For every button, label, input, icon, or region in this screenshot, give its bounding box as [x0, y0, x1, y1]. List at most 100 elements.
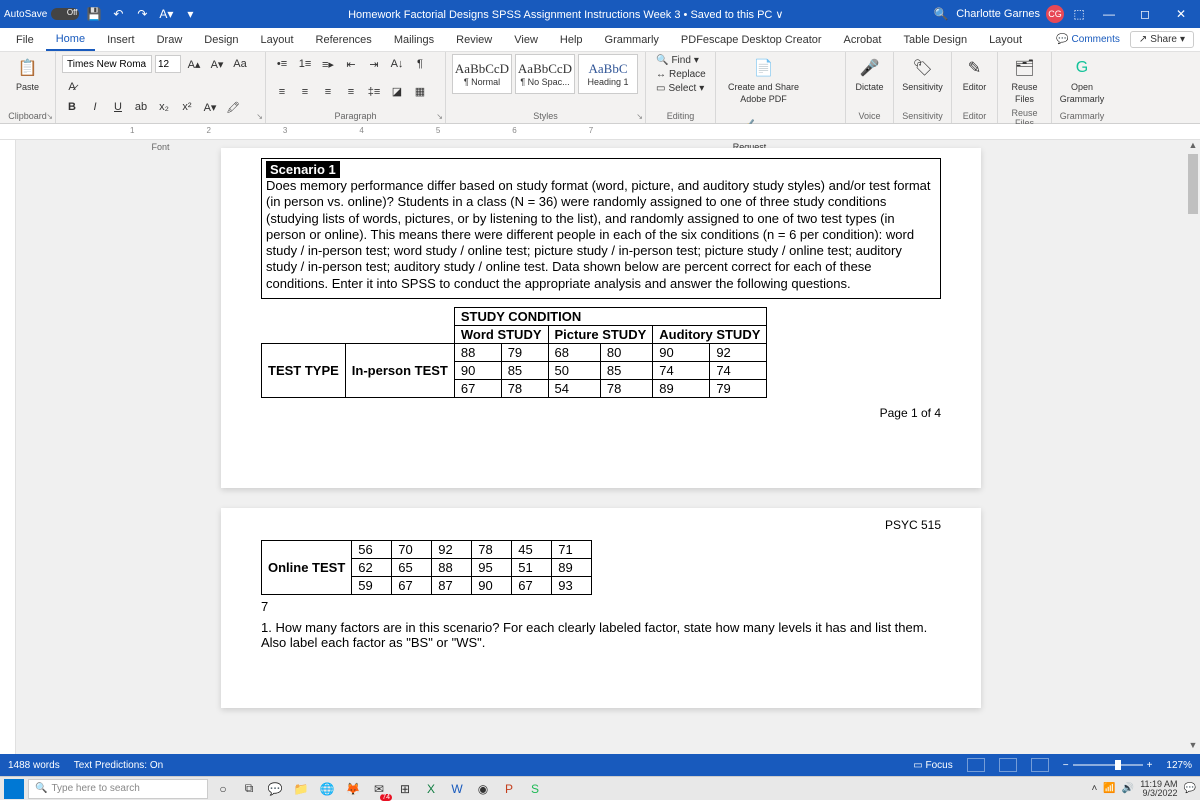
cortana-icon[interactable]: ○	[212, 779, 234, 799]
scroll-down-icon[interactable]: ▼	[1186, 740, 1200, 754]
tab-view[interactable]: View	[504, 30, 548, 50]
borders-icon[interactable]: ▦	[410, 82, 430, 102]
word-count[interactable]: 1488 words	[8, 760, 60, 771]
align-left-icon[interactable]: ≡	[272, 82, 292, 102]
numbering-icon[interactable]: 1≡	[295, 54, 315, 74]
task-view-icon[interactable]: ⧉	[238, 779, 260, 799]
tab-help[interactable]: Help	[550, 30, 593, 50]
text-effects-icon[interactable]: A▾	[200, 97, 220, 117]
redo-icon[interactable]: ↷	[133, 5, 151, 23]
align-center-icon[interactable]: ≡	[295, 82, 315, 102]
maximize-button[interactable]: ◻	[1130, 7, 1160, 21]
chevron-up-icon[interactable]: ˄	[1091, 783, 1097, 794]
document-scroll[interactable]: Scenario 1 Does memory performance diffe…	[16, 140, 1186, 754]
tab-acrobat[interactable]: Acrobat	[834, 30, 892, 50]
mail-icon[interactable]: ✉74	[368, 779, 390, 799]
underline-button[interactable]: U	[108, 97, 128, 117]
search-icon[interactable]: 🔍	[932, 5, 950, 23]
volume-icon[interactable]: 🔊	[1122, 783, 1134, 794]
font-size-input[interactable]	[155, 55, 181, 73]
document-title[interactable]: Homework Factorial Designs SPSS Assignme…	[205, 8, 926, 21]
zoom-level[interactable]: 127%	[1166, 760, 1192, 771]
share-button[interactable]: ↗ Share ▾	[1130, 31, 1194, 48]
editor-button[interactable]: ✎ Editor	[958, 54, 991, 94]
bold-button[interactable]: B	[62, 97, 82, 117]
scroll-thumb[interactable]	[1188, 154, 1198, 214]
tab-references[interactable]: References	[306, 30, 382, 50]
tab-draw[interactable]: Draw	[147, 30, 193, 50]
tab-pdfescape[interactable]: PDFescape Desktop Creator	[671, 30, 832, 50]
vertical-ruler[interactable]	[0, 140, 16, 754]
tab-grammarly[interactable]: Grammarly	[595, 30, 669, 50]
notifications-icon[interactable]: 💬	[1184, 783, 1196, 794]
explorer-icon[interactable]: 📁	[290, 779, 312, 799]
replace-button[interactable]: ↔ Replace	[652, 68, 709, 81]
taskbar-search[interactable]: 🔍 Type here to search	[28, 779, 208, 799]
undo-icon[interactable]: ↶	[109, 5, 127, 23]
style-nospacing[interactable]: AaBbCcD ¶ No Spac...	[515, 54, 575, 94]
tab-table-design[interactable]: Table Design	[893, 30, 977, 50]
system-tray[interactable]: ˄ 📶 🔊 11:19 AM 9/3/2022 💬	[1091, 780, 1196, 798]
vertical-scrollbar[interactable]: ▲ ▼	[1186, 140, 1200, 754]
tab-mailings[interactable]: Mailings	[384, 30, 444, 50]
sort-icon[interactable]: A↓	[387, 54, 407, 74]
create-pdf-button[interactable]: 📄 Create and Share Adobe PDF	[722, 54, 805, 106]
clear-format-icon[interactable]: A̷	[62, 77, 82, 97]
tab-insert[interactable]: Insert	[97, 30, 145, 50]
tab-design[interactable]: Design	[194, 30, 248, 50]
font-dropdown-icon[interactable]: A▾	[157, 5, 175, 23]
styles-launcher-icon[interactable]: ↘	[636, 112, 643, 121]
minimize-button[interactable]: —	[1094, 7, 1124, 21]
style-heading1[interactable]: AaBbC Heading 1	[578, 54, 638, 94]
powerpoint-icon[interactable]: P	[498, 779, 520, 799]
paragraph-launcher-icon[interactable]: ↘	[436, 112, 443, 121]
paste-button[interactable]: 📋 Paste	[10, 54, 46, 94]
dedent-icon[interactable]: ⇤	[341, 54, 361, 74]
wifi-icon[interactable]: 📶	[1103, 783, 1115, 794]
horizontal-ruler[interactable]: 1234567	[0, 124, 1200, 140]
page-1[interactable]: Scenario 1 Does memory performance diffe…	[221, 148, 981, 488]
zoom-slider[interactable]: − +	[1063, 760, 1153, 771]
font-launcher-icon[interactable]: ↘	[256, 112, 263, 121]
spotify-icon[interactable]: S	[524, 779, 546, 799]
save-icon[interactable]: 💾	[85, 5, 103, 23]
reuse-files-button[interactable]: 🗂 Reuse Files	[1004, 54, 1045, 106]
firefox-icon[interactable]: 🦊	[342, 779, 364, 799]
italic-button[interactable]: I	[85, 97, 105, 117]
tab-table-layout[interactable]: Layout	[979, 30, 1032, 50]
tab-layout[interactable]: Layout	[251, 30, 304, 50]
grammarly-button[interactable]: G Open Grammarly	[1058, 54, 1106, 106]
close-button[interactable]: ✕	[1166, 7, 1196, 21]
scroll-up-icon[interactable]: ▲	[1186, 140, 1200, 154]
store-icon[interactable]: ⊞	[394, 779, 416, 799]
highlight-icon[interactable]: 🖍	[223, 97, 243, 117]
subscript-button[interactable]: x₂	[154, 97, 174, 117]
find-button[interactable]: 🔍 Find ▾	[652, 54, 709, 67]
select-button[interactable]: ▭ Select ▾	[652, 82, 709, 95]
ribbon-display-icon[interactable]: ⬚	[1070, 5, 1088, 23]
word-icon[interactable]: W	[446, 779, 468, 799]
justify-icon[interactable]: ≡	[341, 82, 361, 102]
dictate-button[interactable]: 🎤 Dictate	[852, 54, 887, 94]
focus-mode-button[interactable]: ▭ Focus	[913, 760, 952, 771]
chrome-icon[interactable]: ◉	[472, 779, 494, 799]
web-layout-icon[interactable]	[1031, 758, 1049, 772]
comments-button[interactable]: 💬 Comments	[1048, 32, 1128, 47]
user-account[interactable]: Charlotte Garnes CG	[956, 5, 1064, 23]
start-button[interactable]	[4, 779, 24, 799]
show-marks-icon[interactable]: ¶	[410, 54, 430, 74]
page-2[interactable]: PSYC 515 Online TEST 567092784571 626588…	[221, 508, 981, 708]
grow-font-icon[interactable]: A▴	[184, 54, 204, 74]
style-normal[interactable]: AaBbCcD ¶ Normal	[452, 54, 512, 94]
shrink-font-icon[interactable]: A▾	[207, 54, 227, 74]
clipboard-launcher-icon[interactable]: ↘	[46, 112, 53, 121]
tab-home[interactable]: Home	[46, 29, 95, 51]
tab-review[interactable]: Review	[446, 30, 502, 50]
teams-icon[interactable]: 💬	[264, 779, 286, 799]
autosave-toggle[interactable]: AutoSave	[4, 8, 79, 20]
multilevel-icon[interactable]: ≡▸	[318, 54, 338, 74]
print-layout-icon[interactable]	[999, 758, 1017, 772]
shading-icon[interactable]: ◪	[387, 82, 407, 102]
edge-icon[interactable]: 🌐	[316, 779, 338, 799]
clock[interactable]: 11:19 AM 9/3/2022	[1140, 780, 1177, 798]
